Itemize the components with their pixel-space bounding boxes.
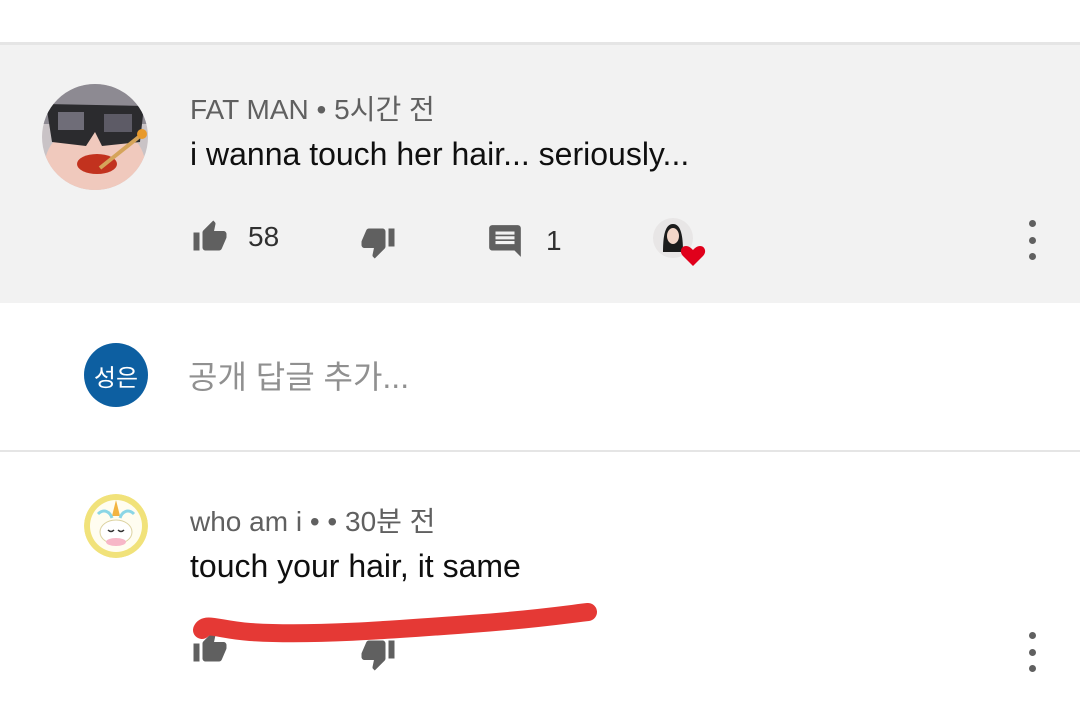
- more-vert-icon: [1028, 220, 1036, 227]
- comment1-reply-count: 1: [546, 225, 562, 256]
- more-vert-icon: [1028, 632, 1036, 639]
- user-avatar: 성은: [84, 343, 148, 407]
- comment2-avatar[interactable]: [84, 494, 148, 558]
- comment1-time: 5시간 전: [334, 94, 435, 125]
- reply-icon: [489, 225, 521, 257]
- comment2-meta: who am i • • 30분 전: [190, 500, 435, 540]
- reply-input[interactable]: 공개 답글 추가...: [188, 352, 409, 398]
- comment1-text: i wanna touch her hair... seriously...: [190, 136, 690, 172]
- reply-divider: [0, 450, 1080, 452]
- meta-dot: • •: [309, 506, 345, 537]
- red-redaction-scribble: [193, 603, 597, 643]
- comment2-time: 30분 전: [345, 506, 436, 537]
- comment2-text: touch your hair, it same: [190, 548, 521, 584]
- comment1-dislike-button[interactable]: [358, 224, 398, 260]
- thumb-up-icon: [193, 220, 227, 251]
- thumb-down-icon: [361, 228, 395, 259]
- creator-heart: [653, 218, 711, 270]
- highlighted-comment: [0, 45, 1080, 303]
- meta-dot: •: [316, 94, 335, 125]
- avatar-photo: [42, 84, 148, 190]
- comment1-author[interactable]: FAT MAN: [190, 94, 309, 125]
- comment1-more-menu[interactable]: [1024, 220, 1040, 260]
- creator-heart-icon: [653, 218, 706, 266]
- comment1-reply-button[interactable]: 1: [486, 222, 562, 260]
- comment1-avatar[interactable]: [42, 84, 148, 190]
- comment1-like-count: 58: [248, 221, 280, 252]
- top-area: [0, 0, 1080, 42]
- comment1-like-button[interactable]: 58: [190, 219, 279, 255]
- comment2-author[interactable]: who am i: [190, 506, 302, 537]
- comment2-more-menu[interactable]: [1024, 632, 1040, 672]
- unicorn-avatar-image: [84, 494, 148, 558]
- comment1-meta: FAT MAN • 5시간 전: [190, 88, 435, 128]
